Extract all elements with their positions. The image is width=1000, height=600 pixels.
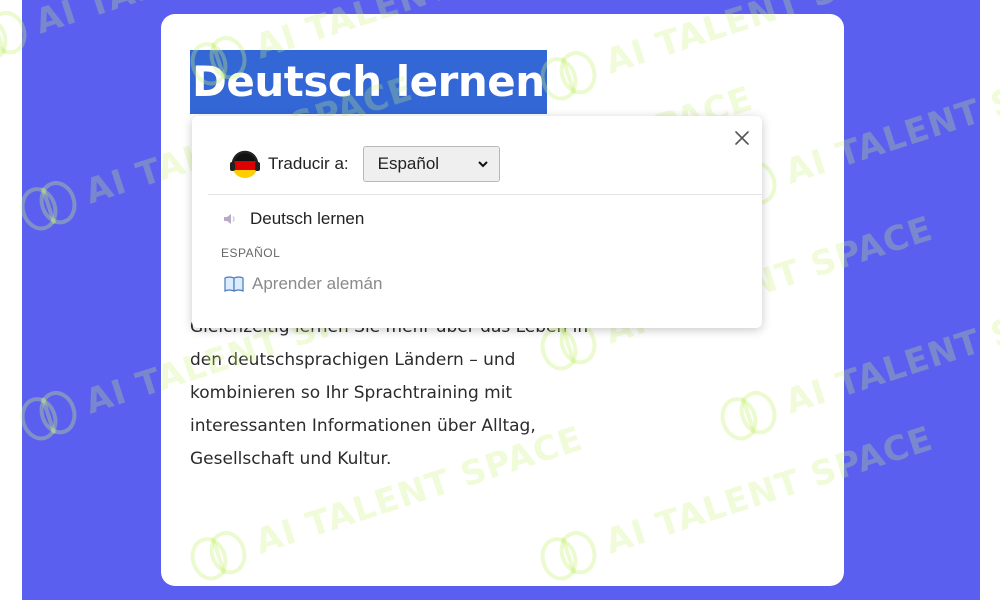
body-line: kombinieren so Ihr Sprachtraining mit — [190, 383, 513, 403]
source-text: Deutsch lernen — [250, 209, 365, 228]
popup-header: Traducir a: Español — [228, 146, 500, 182]
body-line: den deutschsprachigen Ländern – und — [190, 350, 516, 370]
body-line: Gesellschaft und Kultur. — [190, 449, 392, 469]
popup-divider — [208, 194, 762, 195]
target-language-caption: ESPAÑOL — [221, 246, 281, 260]
translate-to-label: Traducir a: — [268, 154, 349, 173]
translation-text: Aprender alemán — [252, 274, 383, 293]
source-row: Deutsch lernen — [222, 209, 364, 229]
page-title-selected[interactable]: Deutsch lernen — [190, 50, 547, 114]
translation-popup: Traducir a: Español Deutsch lernen ESPAÑ… — [192, 116, 762, 328]
translation-row: Aprender alemán — [224, 274, 382, 294]
speaker-icon[interactable] — [222, 211, 238, 227]
body-line: interessanten Informationen über Alltag, — [190, 416, 536, 436]
target-language-select[interactable]: Español — [362, 146, 500, 182]
book-icon — [224, 276, 244, 292]
selected-language: Español — [377, 154, 440, 173]
close-icon[interactable] — [732, 128, 752, 148]
article-body: Gleichzeitig lernen Sie mehr über das Le… — [190, 311, 630, 476]
german-flag-headphones-icon — [230, 150, 260, 178]
chevron-down-icon — [477, 161, 488, 168]
